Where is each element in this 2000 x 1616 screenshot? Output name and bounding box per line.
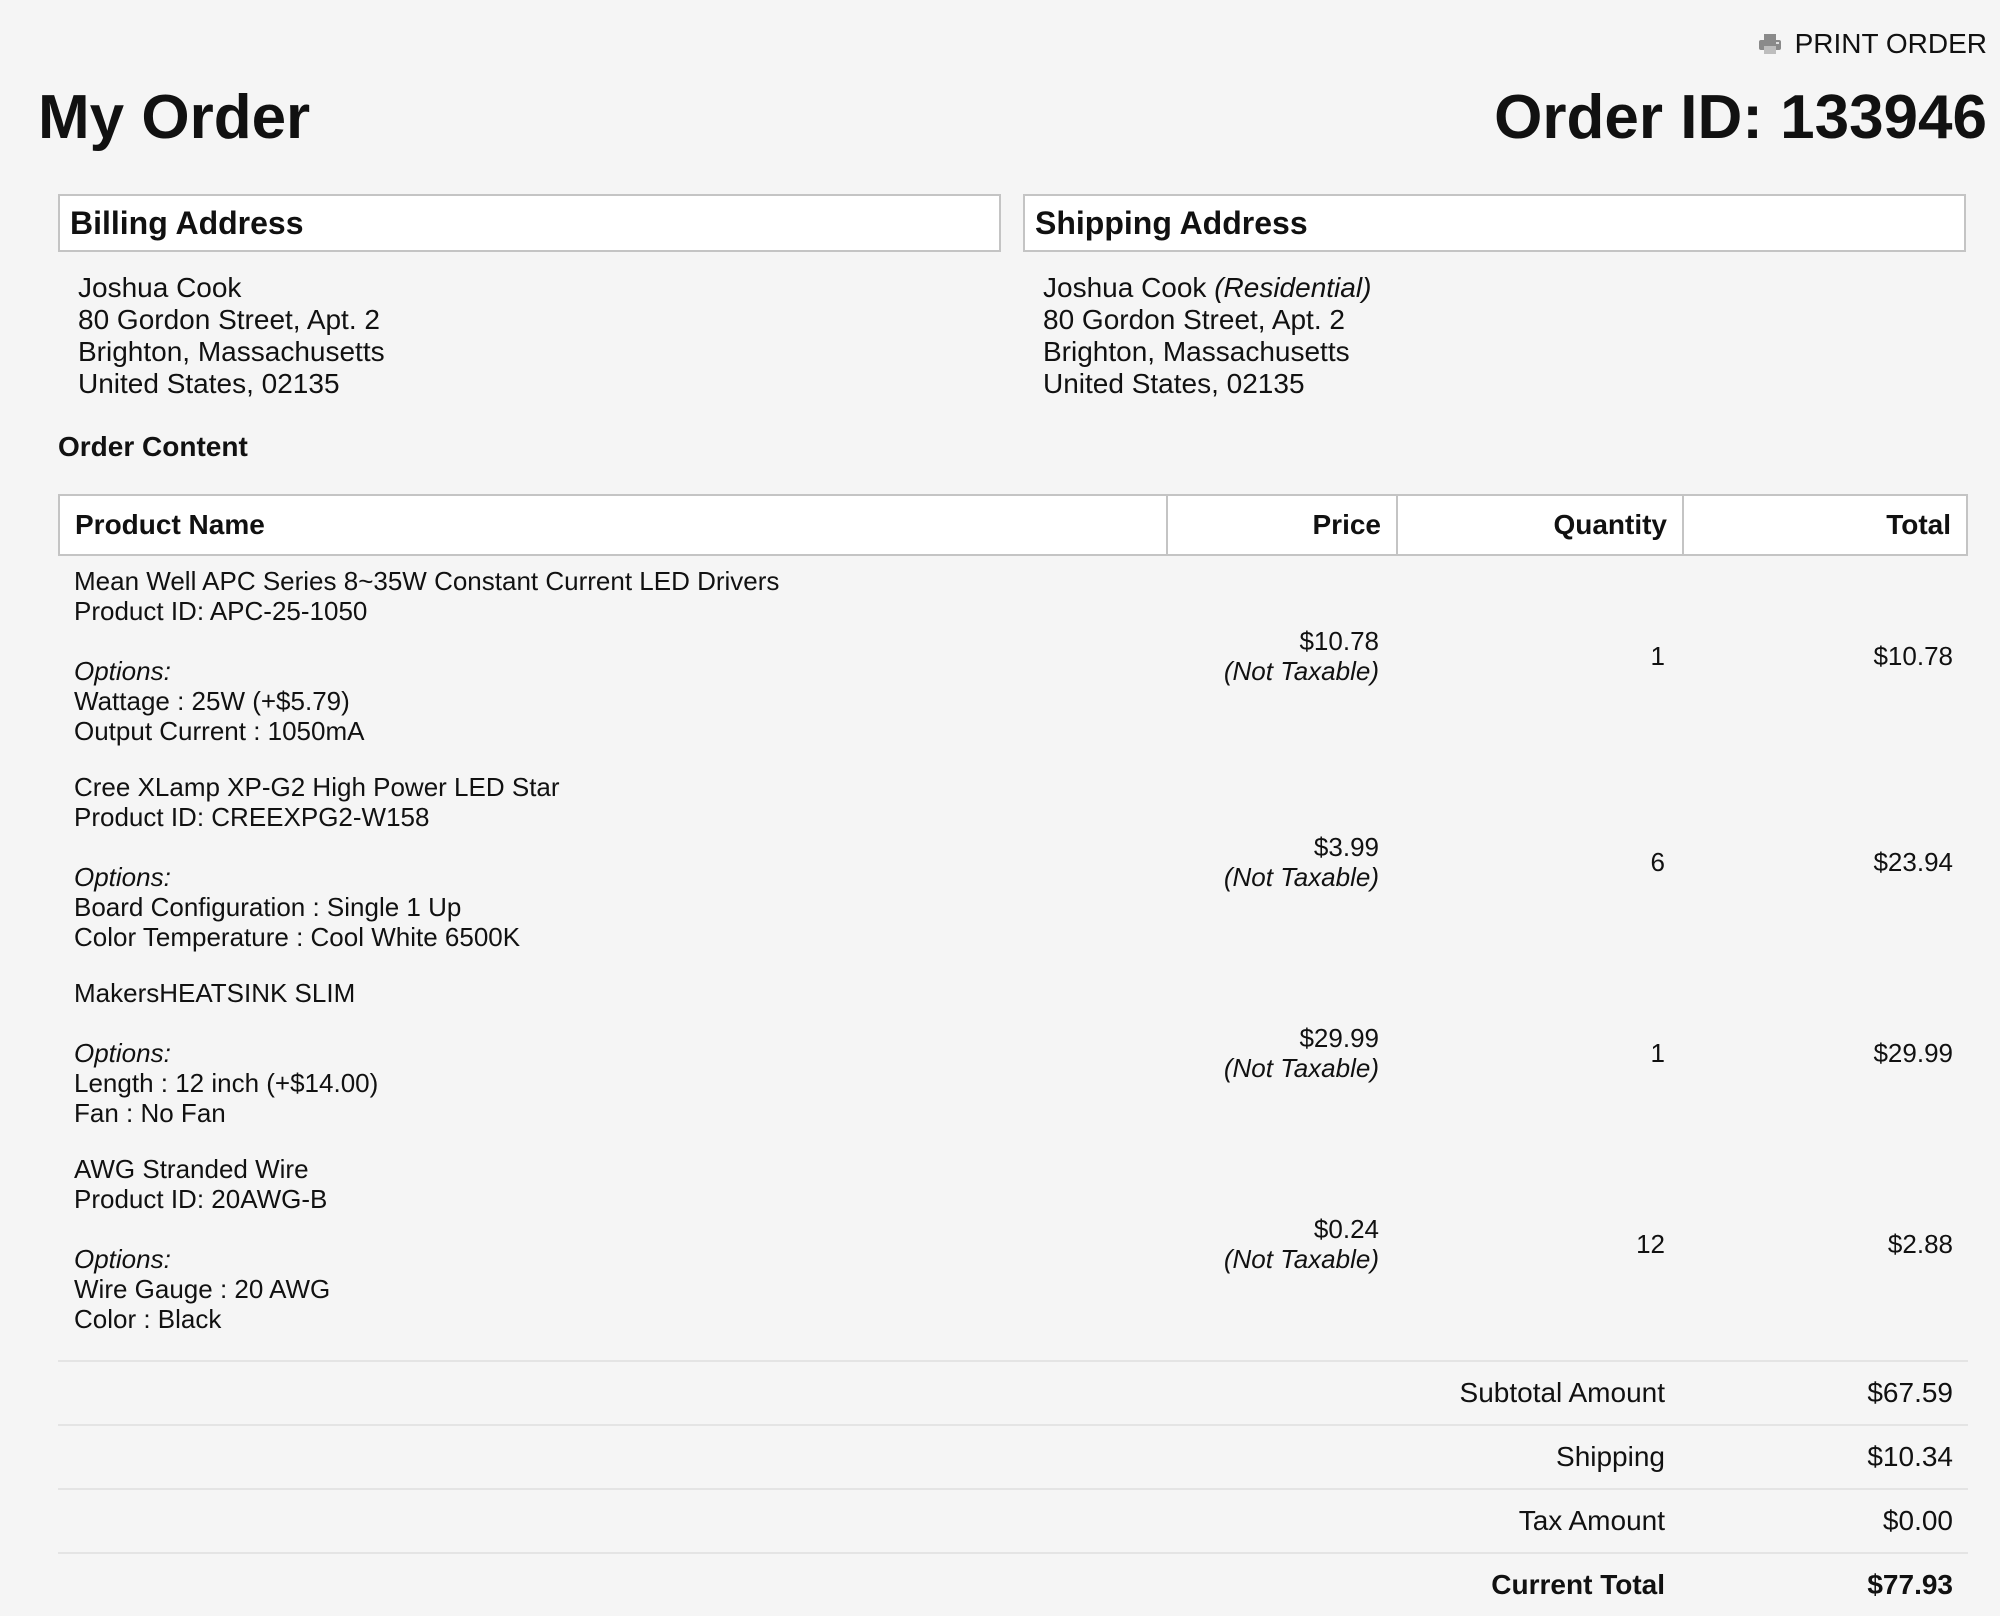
billing-city: Brighton, Massachusetts <box>78 336 385 367</box>
tax-note: (Not Taxable) <box>1223 1053 1379 1083</box>
option-line: Color Temperature : Cool White 6500K <box>74 922 521 952</box>
billing-address-header: Billing Address <box>58 194 1001 252</box>
shipping-street: 80 Gordon Street, Apt. 2 <box>1043 304 1345 335</box>
option-line: Length : 12 inch (+$14.00) <box>74 1068 379 1098</box>
product-id: Product ID: CREEXPG2-W158 <box>74 802 430 832</box>
quantity-cell: 1 <box>1650 1038 1665 1068</box>
printer-icon <box>1758 34 1781 54</box>
tax-note: (Not Taxable) <box>1223 1244 1379 1274</box>
shipping-address-header: Shipping Address <box>1023 194 1966 252</box>
table-row: AWG Stranded Wire Product ID: 20AWG-B Op… <box>58 1154 1968 1334</box>
column-header-product-name: Product Name <box>75 509 265 540</box>
product-id: Product ID: 20AWG-B <box>74 1184 328 1214</box>
price-value: $10.78 <box>1299 626 1379 656</box>
price-cell: $29.99 (Not Taxable) <box>1164 1023 1394 1083</box>
total-cell: $2.88 <box>1887 1229 1953 1259</box>
table-row: Cree XLamp XP-G2 High Power LED Star Pro… <box>58 772 1968 952</box>
current-total-label: Current Total <box>1491 1569 1665 1600</box>
current-total-row: Current Total $77.93 <box>58 1552 1968 1616</box>
subtotal-value: $67.59 <box>1867 1377 1953 1408</box>
shipping-value: $10.34 <box>1867 1441 1953 1472</box>
shipping-city: Brighton, Massachusetts <box>1043 336 1350 367</box>
option-line: Output Current : 1050mA <box>74 716 365 746</box>
quantity-cell: 1 <box>1650 641 1665 671</box>
current-total-value: $77.93 <box>1867 1569 1953 1600</box>
tax-row: Tax Amount $0.00 <box>58 1488 1968 1552</box>
option-line: Wire Gauge : 20 AWG <box>74 1274 331 1304</box>
order-id: Order ID: 133946 <box>1494 83 1987 152</box>
product-name: Mean Well APC Series 8~35W Constant Curr… <box>74 566 780 596</box>
product-id: Product ID: APC-25-1050 <box>74 596 368 626</box>
column-header-quantity: Quantity <box>1396 496 1682 554</box>
total-cell: $10.78 <box>1873 641 1953 671</box>
table-row: MakersHEATSINK SLIM Options: Length : 12… <box>58 978 1968 1128</box>
price-cell: $3.99 (Not Taxable) <box>1164 832 1394 892</box>
order-table: Product Name Price Quantity Total Mean W… <box>58 494 1968 1616</box>
shipping-name: Joshua Cook <box>1043 272 1207 303</box>
product-cell: Cree XLamp XP-G2 High Power LED Star Pro… <box>58 772 1164 952</box>
total-cell: $23.94 <box>1873 847 1953 877</box>
table-body: Mean Well APC Series 8~35W Constant Curr… <box>58 556 1968 1334</box>
option-line: Wattage : 25W (+$5.79) <box>74 686 350 716</box>
price-cell: $10.78 (Not Taxable) <box>1164 626 1394 686</box>
billing-street: 80 Gordon Street, Apt. 2 <box>78 304 380 335</box>
price-value: $29.99 <box>1299 1023 1379 1053</box>
shipping-name-line: Joshua Cook (Residential) <box>1043 272 1371 304</box>
tax-note: (Not Taxable) <box>1223 656 1379 686</box>
price-value: $0.24 <box>1313 1214 1379 1244</box>
table-header: Product Name Price Quantity Total <box>58 494 1968 556</box>
product-cell: Mean Well APC Series 8~35W Constant Curr… <box>58 566 1164 746</box>
page-title: My Order <box>38 83 311 152</box>
product-name: AWG Stranded Wire <box>74 1154 309 1184</box>
option-line: Board Configuration : Single 1 Up <box>74 892 462 922</box>
order-content-title: Order Content <box>58 431 248 462</box>
shipping-row: Shipping $10.34 <box>58 1424 1968 1488</box>
billing-country: United States, 02135 <box>78 368 340 399</box>
quantity-cell: 12 <box>1636 1229 1665 1259</box>
column-header-price: Price <box>1166 496 1396 554</box>
tax-note: (Not Taxable) <box>1223 862 1379 892</box>
options-label: Options: <box>74 1038 171 1068</box>
option-line: Fan : No Fan <box>74 1098 226 1128</box>
options-label: Options: <box>74 656 171 686</box>
quantity-cell: 6 <box>1650 847 1665 877</box>
price-cell: $0.24 (Not Taxable) <box>1164 1214 1394 1274</box>
shipping-label: Shipping <box>1556 1441 1665 1472</box>
table-row: Mean Well APC Series 8~35W Constant Curr… <box>58 566 1968 746</box>
price-value: $3.99 <box>1313 832 1379 862</box>
billing-name: Joshua Cook <box>78 272 242 303</box>
options-label: Options: <box>74 862 171 892</box>
tax-label: Tax Amount <box>1518 1505 1665 1536</box>
subtotal-row: Subtotal Amount $67.59 <box>58 1360 1968 1424</box>
option-line: Color : Black <box>74 1304 222 1334</box>
product-name: Cree XLamp XP-G2 High Power LED Star <box>74 772 560 802</box>
shipping-type: (Residential) <box>1214 272 1372 303</box>
print-order-label: PRINT ORDER <box>1794 28 1987 59</box>
options-label: Options: <box>74 1244 171 1274</box>
print-order-link[interactable]: PRINT ORDER <box>1757 28 1987 60</box>
column-header-total: Total <box>1682 496 1966 554</box>
shipping-country: United States, 02135 <box>1043 368 1305 399</box>
total-cell: $29.99 <box>1873 1038 1953 1068</box>
shipping-address: Joshua Cook (Residential) 80 Gordon Stre… <box>1043 272 1371 400</box>
product-name: MakersHEATSINK SLIM <box>74 978 356 1008</box>
tax-value: $0.00 <box>1882 1505 1953 1536</box>
product-cell: AWG Stranded Wire Product ID: 20AWG-B Op… <box>58 1154 1164 1334</box>
subtotal-label: Subtotal Amount <box>1459 1377 1665 1408</box>
billing-address: Joshua Cook 80 Gordon Street, Apt. 2 Bri… <box>78 272 385 400</box>
product-cell: MakersHEATSINK SLIM Options: Length : 12… <box>58 978 1164 1128</box>
